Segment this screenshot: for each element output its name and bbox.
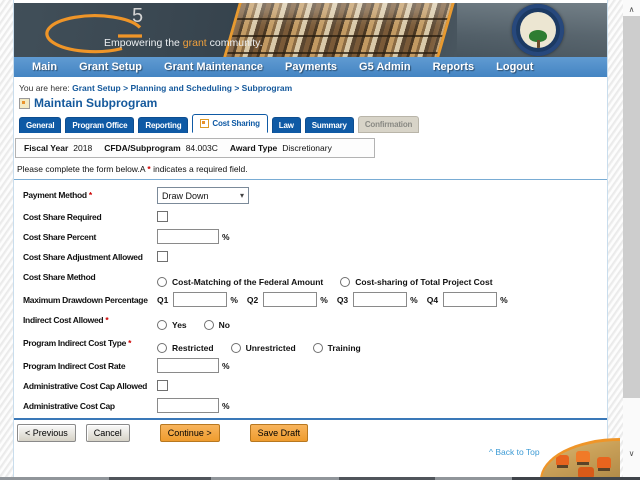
tab-program-office[interactable]: Program Office [65,117,135,133]
page-container: 5 Empowering the grant community. Main G… [13,0,608,477]
cost-share-percent-label: Cost Share Percent [23,232,97,242]
fiscal-year-label: Fiscal Year [24,143,69,153]
cost-share-adjustment-allowed-label: Cost Share Adjustment Allowed [23,252,143,262]
q3-drawdown-input[interactable] [353,292,408,307]
continue-button[interactable]: Continue > [159,424,220,442]
administrative-cost-cap-allowed-checkbox[interactable] [157,380,168,391]
previous-button[interactable]: < Previous [17,424,76,442]
subprogram-summary-bar: Fiscal Year 2018 CFDA/Subprogram 84.003C… [15,138,375,158]
program-indirect-cost-rate-input[interactable] [157,358,219,373]
indirect-cost-no-radio[interactable] [203,320,214,330]
scroll-down-icon[interactable]: ∨ [623,449,640,458]
cost-share-adjustment-allowed-checkbox[interactable] [157,251,168,262]
q2-drawdown-input[interactable] [263,292,318,307]
indirect-cost-allowed-label: Indirect Cost Allowed * [23,315,109,325]
nav-item-grant-maintenance[interactable]: Grant Maintenance [153,61,274,73]
scroll-up-icon[interactable]: ∧ [623,5,640,14]
tab-general[interactable]: General [19,117,62,133]
divider [14,179,607,180]
caret-up-icon: ^ [489,447,493,457]
cfda-subprogram-value: 84.003C [185,143,218,153]
q1-drawdown-input[interactable] [173,292,228,307]
scrollbar-thumb[interactable] [623,16,640,398]
site-header: 5 Empowering the grant community. [14,3,607,57]
administrative-cost-cap-allowed-label: Administrative Cost Cap Allowed [23,381,148,391]
tab-law[interactable]: Law [271,117,301,133]
subprogram-form-icon [19,97,30,109]
form-instructions: Please complete the form below.A * indic… [17,164,248,174]
cancel-button[interactable]: Cancel [85,424,130,442]
payment-method-label: Payment Method * [23,190,92,200]
nav-item-payments[interactable]: Payments [274,61,348,73]
unrestricted-radio[interactable] [230,343,241,353]
cost-share-percent-input[interactable] [157,229,219,244]
tab-summary[interactable]: Summary [304,117,354,133]
tab-strip: General Program Office Reporting Cost Sh… [19,114,607,133]
department-of-education-seal-icon [512,4,564,56]
vertical-scrollbar[interactable]: ∧ ∨ [623,0,640,477]
q4-drawdown-input[interactable] [443,292,498,307]
administrative-cost-cap-input[interactable] [157,398,219,413]
tab-reporting[interactable]: Reporting [138,117,189,133]
cost-share-required-label: Cost Share Required [23,212,102,222]
breadcrumb-path[interactable]: Grant Setup > Planning and Scheduling > … [72,83,292,93]
chevron-down-icon: ▾ [239,190,244,200]
cost-matching-radio[interactable] [157,277,167,287]
nav-item-main[interactable]: Main [21,61,68,73]
cfda-subprogram-label: CFDA/Subprogram [104,143,181,153]
administrative-cost-cap-label: Administrative Cost Cap [23,401,115,411]
award-type-label: Award Type [229,143,278,153]
action-button-row: < Previous Cancel Continue > Save Draft [17,424,607,442]
indirect-cost-yes-radio[interactable] [157,320,167,330]
cost-sharing-form: Payment Method * Draw Down ▾ Cost Share … [23,187,607,413]
nav-item-grant-setup[interactable]: Grant Setup [68,61,153,73]
back-to-top-link[interactable]: ^ Back to Top [489,447,540,457]
award-type-value: Discretionary [282,143,332,153]
cost-share-method-label: Cost Share Method [23,272,96,282]
training-radio[interactable] [312,343,323,353]
payment-method-select[interactable]: Draw Down ▾ [157,187,249,204]
g5-logo-five: 5 [132,5,144,27]
breadcrumb-prefix: You are here: [19,83,70,93]
header-tagline: Empowering the grant community. [104,37,263,49]
tab-confirmation: Confirmation [357,116,420,133]
program-indirect-cost-type-label: Program Indirect Cost Type * [23,338,132,348]
nav-item-logout[interactable]: Logout [485,61,544,73]
breadcrumb: You are here: Grant Setup > Planning and… [19,83,607,93]
main-navbar: Main Grant Setup Grant Maintenance Payme… [14,57,607,77]
current-tab-icon [200,119,210,128]
save-draft-button[interactable]: Save Draft [249,424,309,442]
nav-item-reports[interactable]: Reports [422,61,486,73]
fiscal-year-value: 2018 [73,143,93,153]
restricted-radio[interactable] [157,343,167,353]
program-indirect-cost-rate-label: Program Indirect Cost Rate [23,361,126,371]
payment-method-selected-value: Draw Down [162,190,209,201]
maximum-drawdown-percentage-label: Maximum Drawdown Percentage [23,295,148,305]
cost-share-required-checkbox[interactable] [157,211,168,222]
cost-sharing-total-radio[interactable] [340,277,351,287]
divider [14,418,607,420]
tab-cost-sharing[interactable]: Cost Sharing [192,114,268,133]
page-title: Maintain Subprogram [34,96,158,110]
nav-item-g5-admin[interactable]: G5 Admin [348,61,422,73]
